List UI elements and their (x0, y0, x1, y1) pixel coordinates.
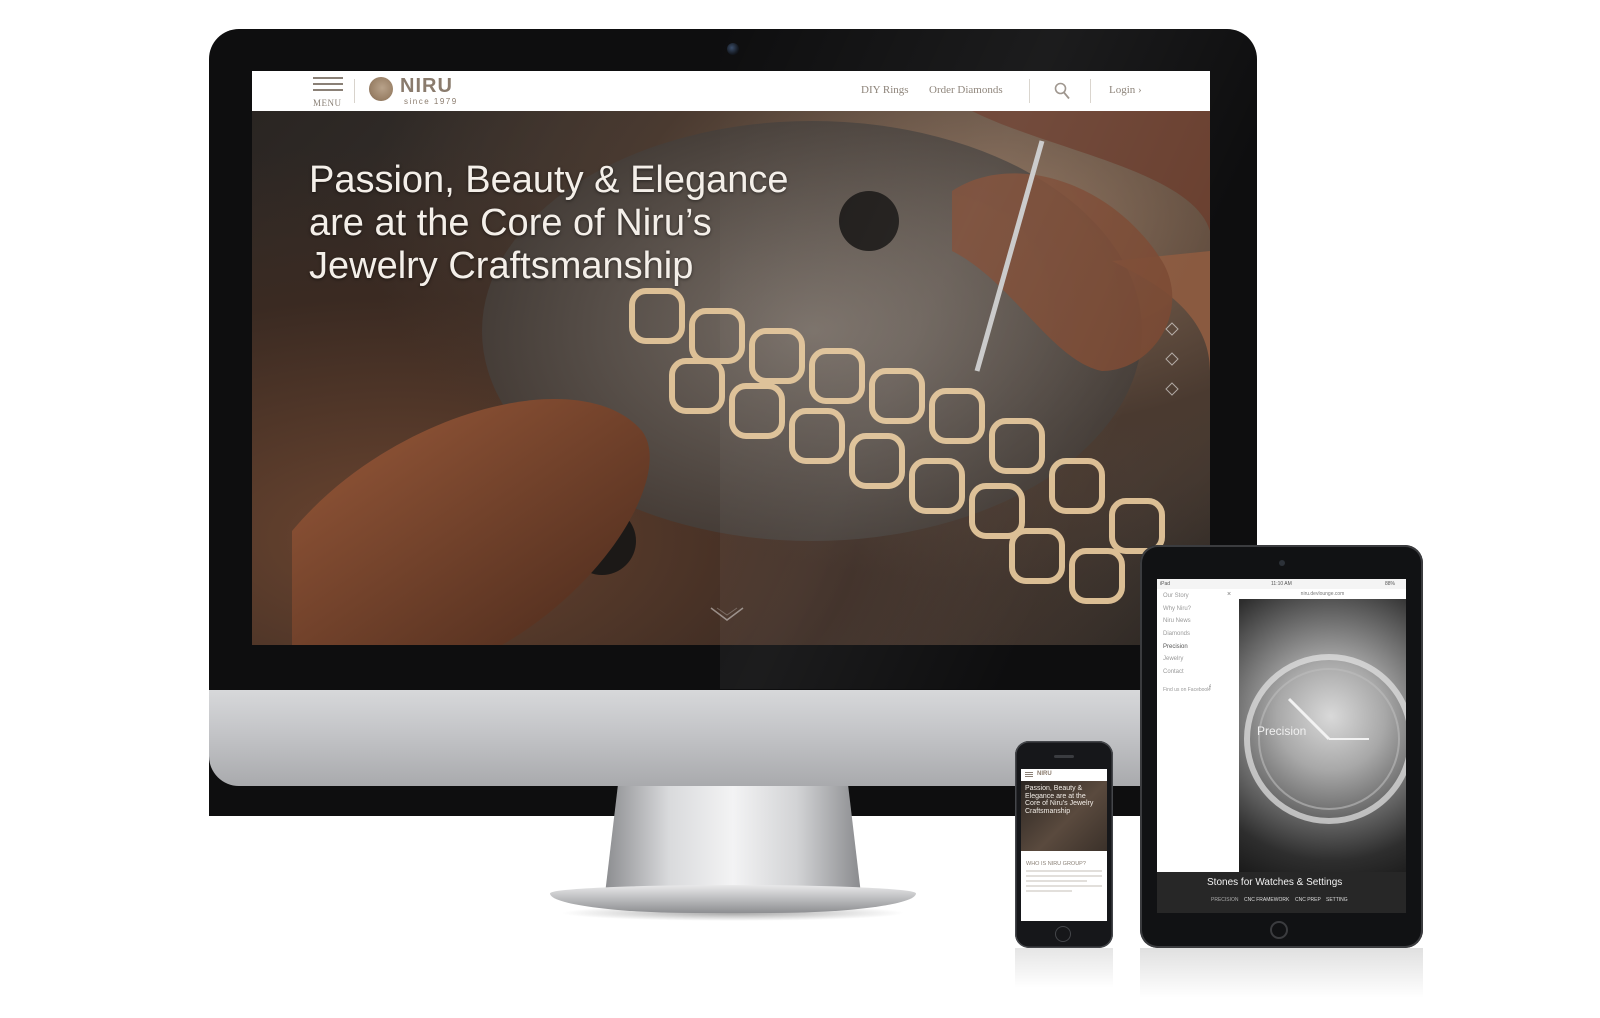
imac-stand (605, 786, 861, 894)
menu-item-precision[interactable]: Precision (1163, 644, 1188, 650)
tablet-side-menu: × Our Story Why Niru? Niru News Diamonds… (1157, 589, 1239, 872)
hamburger-icon[interactable] (1025, 772, 1033, 773)
nav-divider (354, 79, 355, 103)
tablet-caption: Stones for Watches & Settings (1207, 877, 1343, 888)
phone-logo[interactable]: NIRU (1037, 771, 1052, 777)
desktop-screen: MENU NIRU since 1979 DIY Rings Order Dia… (252, 71, 1210, 645)
ipad-home-button (1270, 921, 1288, 939)
ipad-reflection (1140, 948, 1423, 998)
menu-item-our-story[interactable]: Our Story (1163, 593, 1189, 599)
phone-hero-headline: Passion, Beauty & Elegance are at the Co… (1025, 785, 1103, 815)
status-battery: 88% (1385, 581, 1396, 587)
site-header: MENU NIRU since 1979 DIY Rings Order Dia… (252, 71, 1210, 111)
hero-headline-line: Passion, Beauty & Elegance (309, 159, 789, 201)
phone-hero-line: Elegance are at the (1025, 792, 1086, 800)
login-link[interactable]: Login › (1109, 84, 1142, 96)
menu-item-why-niru[interactable]: Why Niru? (1163, 606, 1191, 612)
tablet-overlay-title: Precision (1257, 724, 1307, 738)
phone-hero-line: Craftsmanship (1025, 807, 1071, 815)
facebook-link[interactable]: Find us on Facebook (1163, 687, 1210, 693)
menu-item-contact[interactable]: Contact (1163, 669, 1184, 675)
hero-headline-line: Jewelry Craftsmanship (309, 245, 694, 287)
nav-divider (1029, 79, 1030, 103)
ipad-camera (1279, 560, 1285, 566)
logo-tagline: since 1979 (404, 97, 458, 106)
phone-hero-line: Core of Niru’s Jewelry (1025, 800, 1094, 807)
tablet-screen: iPad 11:10 AM 88% niru.devlounge.com × O… (1157, 579, 1406, 913)
phone-screen: NIRU Passion, Beauty & Elegance are at t… (1021, 769, 1107, 921)
hamburger-icon (313, 77, 343, 79)
hero-headline-line: are at the Core of Niru’s (309, 202, 712, 244)
menu-label: MENU (313, 98, 342, 108)
tablet-url-bar[interactable]: niru.devlounge.com (1239, 589, 1406, 599)
nav-divider (1090, 79, 1091, 103)
search-icon[interactable] (1054, 82, 1070, 100)
imac-camera (727, 43, 739, 55)
hero-image: Passion, Beauty & Elegance are at the Co… (252, 111, 1210, 645)
menu-item-diamonds[interactable]: Diamonds (1163, 631, 1190, 637)
status-carrier: iPad (1160, 581, 1171, 587)
menu-item-jewelry[interactable]: Jewelry (1163, 656, 1183, 662)
phone-section-title: WHO IS NIRU GROUP? (1026, 861, 1086, 867)
iphone-reflection (1015, 948, 1113, 988)
close-icon[interactable]: × (1227, 591, 1231, 598)
facebook-icon[interactable]: f (1209, 685, 1211, 692)
chevron-down-icon[interactable] (707, 605, 747, 625)
phone-body-text (1026, 870, 1102, 895)
tablet-status-bar: iPad 11:10 AM 88% (1157, 579, 1406, 589)
nav-link-diy-rings[interactable]: DIY Rings (861, 84, 909, 96)
phone-hero-line: Passion, Beauty & (1025, 785, 1083, 792)
tab-cnc-framework[interactable]: CNC FRAMEWORK (1244, 897, 1289, 903)
menu-item-niru-news[interactable]: Niru News (1163, 618, 1191, 624)
slide-indicator[interactable] (1164, 321, 1180, 411)
menu-button[interactable]: MENU (313, 77, 343, 108)
iphone-speaker (1054, 755, 1074, 758)
nav-link-order-diamonds[interactable]: Order Diamonds (929, 84, 1003, 96)
tab-cnc-prep[interactable]: CNC PREP (1295, 897, 1321, 903)
niru-logo-icon[interactable] (369, 77, 393, 101)
tab-precision[interactable]: PRECISION (1211, 897, 1239, 903)
logo-text[interactable]: NIRU (400, 75, 453, 98)
status-time: 11:10 AM (1271, 581, 1292, 587)
tab-setting[interactable]: SETTING (1326, 897, 1348, 903)
iphone-home-button (1055, 926, 1071, 942)
hero-headline: Passion, Beauty & Elegance are at the Co… (309, 159, 829, 288)
